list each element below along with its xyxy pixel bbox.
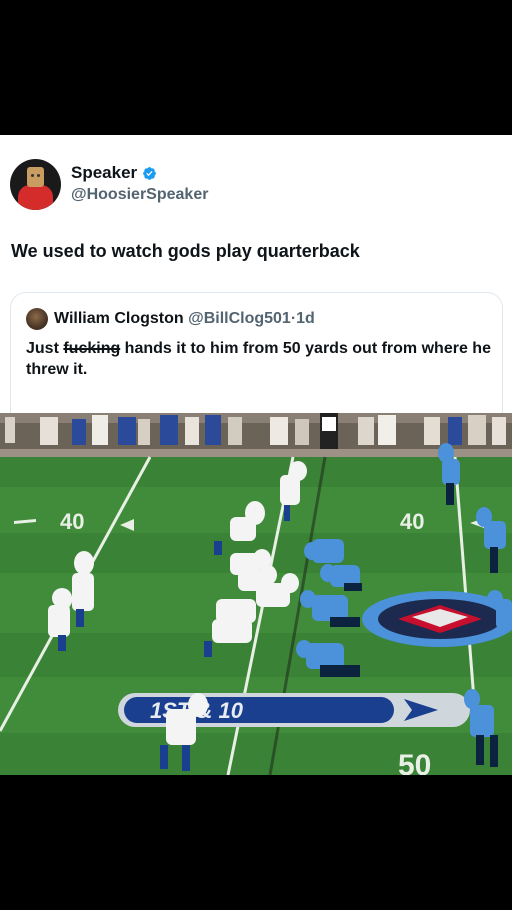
quote-text: Just fucking hands it to him from 50 yar… [26, 338, 496, 380]
quote-text-before: Just [26, 340, 64, 357]
football-field-frame: 40 40 50 1ST & 10 [0, 413, 512, 775]
quote-avatar[interactable] [26, 308, 48, 330]
quote-author-handle[interactable]: @BillClog501 [188, 310, 291, 327]
video-player[interactable]: 40 40 50 1ST & 10 [0, 413, 512, 775]
avatar-bag-head [27, 167, 44, 187]
quoted-post[interactable]: William Clogston @BillClog501·1d Just fu… [10, 292, 503, 422]
sideline [0, 449, 512, 457]
quote-time[interactable]: 1d [296, 310, 315, 327]
author-row: Speaker [71, 163, 157, 183]
quote-header: William Clogston @BillClog501·1d [54, 310, 315, 328]
post-text: We used to watch gods play quarterback [11, 241, 360, 261]
field-number-bottom: 50 [398, 749, 431, 775]
top-letterbox [0, 0, 512, 135]
quote-text-struck: fucking [63, 340, 121, 357]
display-name[interactable]: Speaker [71, 163, 137, 183]
avatar[interactable] [10, 159, 61, 210]
avatar-body [18, 185, 53, 210]
post-card[interactable]: Speaker @HoosierSpeaker We used to watch… [0, 135, 512, 422]
author-handle[interactable]: @HoosierSpeaker [71, 186, 208, 204]
field-number-left: 40 [60, 509, 84, 534]
bottom-letterbox [0, 775, 512, 910]
verified-badge-icon [143, 166, 157, 180]
field-number-right: 40 [400, 509, 424, 534]
quote-author-name[interactable]: William Clogston [54, 310, 184, 327]
